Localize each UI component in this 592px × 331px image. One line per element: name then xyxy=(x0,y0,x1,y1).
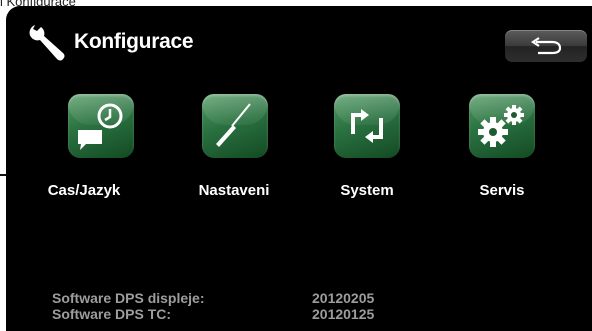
servis-label: Servis xyxy=(479,182,525,199)
gears-icon xyxy=(478,105,524,147)
nastaveni-label: Nastaveni xyxy=(198,182,270,199)
cycle-arrows-icon xyxy=(351,109,383,143)
software-label-tc: Software DPS TC: xyxy=(52,306,172,322)
device-screen: Konfigurace Cas/Jazyk Nastaveni System S… xyxy=(6,6,592,331)
system-button[interactable] xyxy=(334,94,400,158)
screwdriver-icon xyxy=(216,103,251,147)
cas-jazyk-button[interactable] xyxy=(68,94,134,158)
page-title: Konfigurace xyxy=(74,30,194,53)
back-arrow-icon xyxy=(531,37,562,55)
clock-chat-icon xyxy=(78,103,123,150)
servis-button[interactable] xyxy=(469,94,535,158)
nastaveni-button[interactable] xyxy=(202,94,268,158)
back-button[interactable] xyxy=(505,30,587,62)
cas-jazyk-label: Cas/Jazyk xyxy=(47,182,121,199)
software-value-display: 20120205 xyxy=(312,290,375,306)
software-label-display: Software DPS displeje: xyxy=(52,290,205,306)
software-value-tc: 20120125 xyxy=(312,306,375,322)
system-label: System xyxy=(340,182,394,199)
wrench-icon xyxy=(29,25,65,61)
